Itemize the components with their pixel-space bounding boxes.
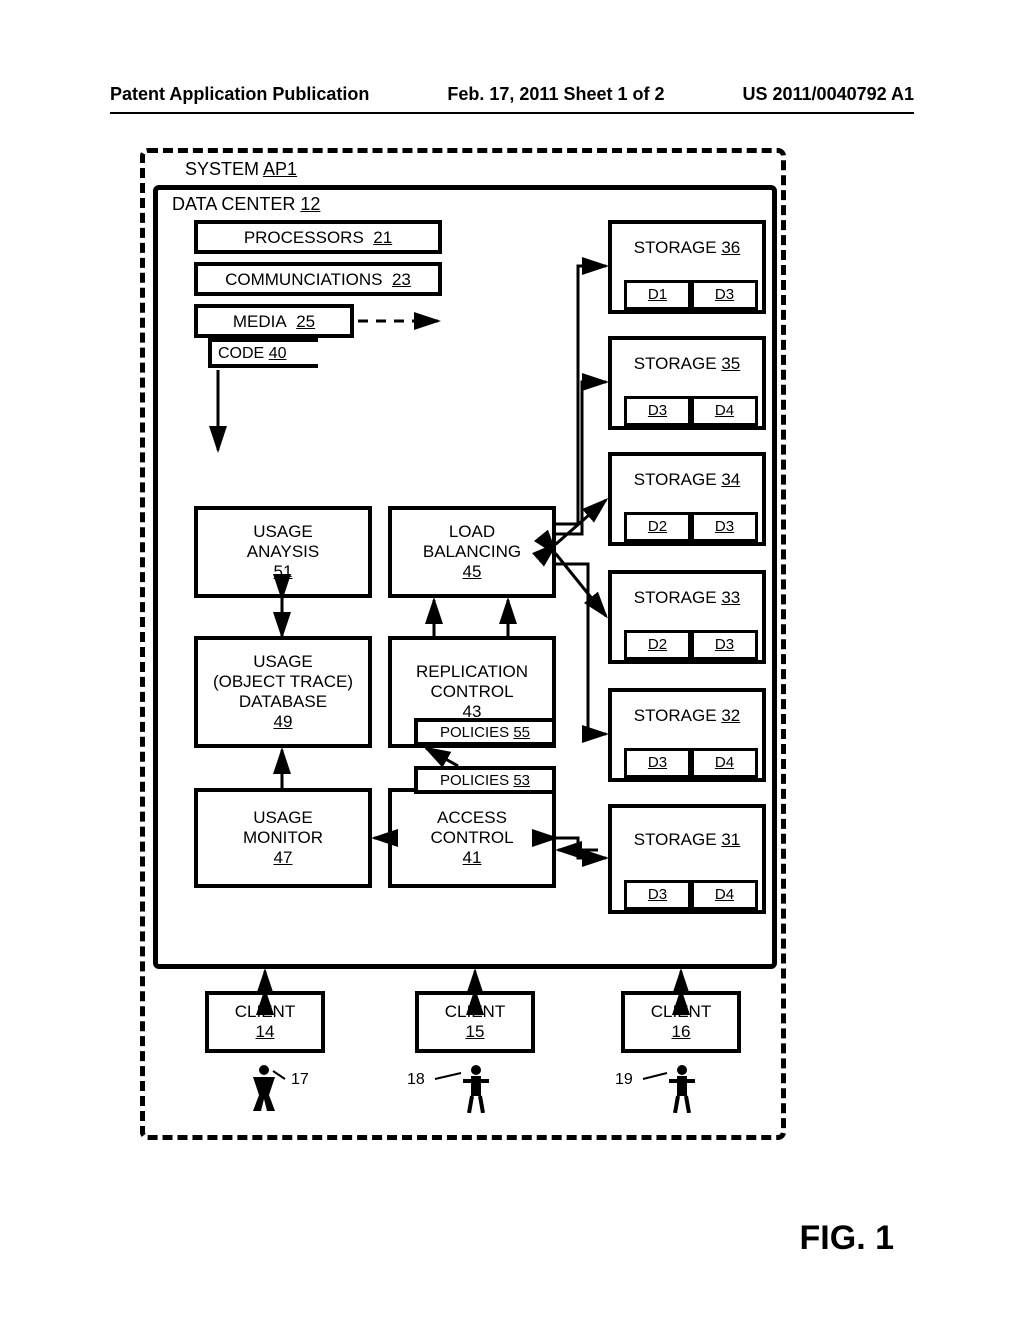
policies-55-box: POLICIES 55 bbox=[414, 718, 556, 746]
header-center: Feb. 17, 2011 Sheet 1 of 2 bbox=[447, 84, 664, 105]
client-14-box: CLIENT 14 bbox=[205, 991, 325, 1053]
load-balancing-box: LOAD BALANCING 45 bbox=[388, 506, 556, 598]
usage-database-box: USAGE (OBJECT TRACE) DATABASE 49 bbox=[194, 636, 372, 748]
storage-31-box: STORAGE 31 D3D4 bbox=[608, 804, 766, 914]
usage-analysis-box: USAGE ANAYSIS 51 bbox=[194, 506, 372, 598]
communications-box: COMMUNCIATIONS 23 bbox=[194, 262, 442, 296]
client-15-box: CLIENT 15 bbox=[415, 991, 535, 1053]
page: Patent Application Publication Feb. 17, … bbox=[0, 0, 1024, 1320]
system-box: SYSTEM AP1 DATA CENTER 12 PROCESSORS 21 … bbox=[140, 148, 786, 1140]
policies-53-box: POLICIES 53 bbox=[414, 766, 556, 794]
access-control-box: ACCESS CONTROL 41 bbox=[388, 788, 556, 888]
header-left: Patent Application Publication bbox=[110, 84, 369, 105]
media-box: MEDIA 25 bbox=[194, 304, 354, 338]
storage-33-box: STORAGE 33 D2D3 bbox=[608, 570, 766, 664]
storage-36-box: STORAGE 36 D1D3 bbox=[608, 220, 766, 314]
client-16-box: CLIENT 16 bbox=[621, 991, 741, 1053]
usage-monitor-box: USAGE MONITOR 47 bbox=[194, 788, 372, 888]
system-label: SYSTEM AP1 bbox=[185, 159, 297, 180]
storage-35-box: STORAGE 35 D3D4 bbox=[608, 336, 766, 430]
header-right: US 2011/0040792 A1 bbox=[743, 84, 914, 105]
storage-34-box: STORAGE 34 D2D3 bbox=[608, 452, 766, 546]
data-center-label: DATA CENTER 12 bbox=[172, 194, 320, 215]
person-19-icon bbox=[665, 1063, 699, 1113]
figure-label: FIG. 1 bbox=[800, 1219, 894, 1258]
person-18-icon bbox=[459, 1063, 493, 1113]
page-header: Patent Application Publication Feb. 17, … bbox=[110, 84, 914, 105]
person-17-icon bbox=[247, 1063, 281, 1113]
processors-box: PROCESSORS 21 bbox=[194, 220, 442, 254]
person-17-label: 17 bbox=[291, 1071, 309, 1089]
person-18-label: 18 bbox=[407, 1071, 425, 1089]
data-center-box: DATA CENTER 12 PROCESSORS 21 COMMUNCIATI… bbox=[153, 185, 777, 969]
person-19-label: 19 bbox=[615, 1071, 633, 1089]
header-rule bbox=[110, 112, 914, 114]
storage-32-box: STORAGE 32 D3D4 bbox=[608, 688, 766, 782]
code-box: CODE 40 bbox=[208, 338, 318, 368]
